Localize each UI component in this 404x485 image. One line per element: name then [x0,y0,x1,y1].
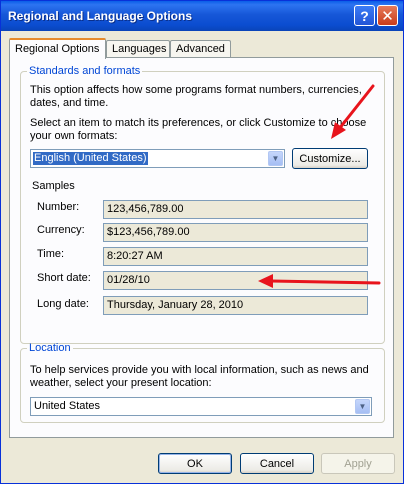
sample-number-label: Number: [37,201,80,213]
sample-short-date-value: 01/28/10 [103,271,368,290]
cancel-button[interactable]: Cancel [240,453,314,474]
help-button[interactable]: ? [354,5,375,26]
sample-time-value: 8:20:27 AM [103,247,368,266]
chevron-down-icon[interactable]: ▼ [355,399,370,414]
select-prompt: Select an item to match its preferences,… [30,117,367,142]
format-select-value: English (United States) [33,152,148,165]
close-button[interactable]: ✕ [377,5,398,26]
standards-description: This option affects how some programs fo… [30,84,362,109]
format-select[interactable]: English (United States) ▼ [30,149,285,168]
sample-short-date-label: Short date: [37,272,91,284]
sample-number-value: 123,456,789.00 [103,200,368,219]
window-title: Regional and Language Options [8,9,193,23]
tab-languages[interactable]: Languages [106,40,170,57]
dialog-window: Regional and Language Options ? ✕ Region… [0,0,404,484]
ok-button[interactable]: OK [158,453,232,474]
location-select[interactable]: United States ▼ [30,397,372,416]
location-select-value: United States [34,400,101,412]
close-icon: ✕ [381,7,394,25]
apply-button[interactable]: Apply [321,453,395,474]
tab-regional-options[interactable]: Regional Options [9,38,106,59]
sample-currency-value: $123,456,789.00 [103,223,368,242]
standards-group-title: Standards and formats [29,65,141,77]
help-icon: ? [360,7,369,24]
sample-long-date-value: Thursday, January 28, 2010 [103,296,368,315]
chevron-down-icon[interactable]: ▼ [268,151,283,166]
tab-advanced[interactable]: Advanced [170,40,231,57]
sample-time-label: Time: [37,248,65,260]
samples-title: Samples [32,180,75,192]
title-bar[interactable]: Regional and Language Options ? ✕ [1,1,403,31]
location-description: To help services provide you with local … [30,364,369,389]
location-group-title: Location [29,342,71,354]
customize-button[interactable]: Customize... [292,148,368,169]
tab-panel: Standards and formats This option affect… [9,57,394,438]
sample-currency-label: Currency: [37,224,85,236]
sample-long-date-label: Long date: [37,298,89,310]
